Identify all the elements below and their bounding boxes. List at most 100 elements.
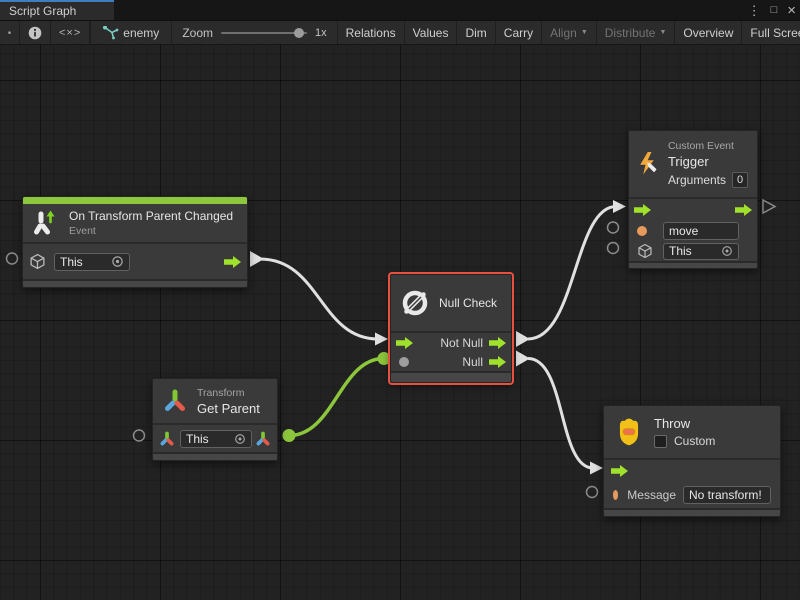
node-footer <box>604 508 780 516</box>
carry-button[interactable]: Carry <box>496 21 542 44</box>
overview-button[interactable]: Overview <box>675 21 742 44</box>
align-button[interactable]: Align ▼ <box>542 21 597 44</box>
close-icon[interactable]: × <box>787 3 796 18</box>
carry-label: Carry <box>504 26 533 40</box>
message-field[interactable] <box>683 486 771 504</box>
value-port-name[interactable] <box>637 226 647 236</box>
event-name-field[interactable] <box>663 222 739 240</box>
zoom-value: 1x <box>315 27 327 39</box>
node-footer <box>153 452 277 460</box>
node-get-parent[interactable]: Transform Get Parent This <box>152 378 278 461</box>
zoom-control: Zoom 1x <box>172 21 336 44</box>
node-title: Null Check <box>439 296 497 310</box>
node-footer <box>391 371 511 382</box>
port-ring-getparent-target[interactable] <box>134 430 145 441</box>
values-label: Values <box>413 26 449 40</box>
target-value: This <box>186 432 230 446</box>
align-label: Align <box>550 26 577 40</box>
custom-checkbox[interactable] <box>654 435 667 448</box>
arguments-count-field[interactable]: 0 <box>732 172 748 188</box>
lock-button[interactable] <box>0 21 20 44</box>
wire-source-arrow-null[interactable] <box>516 351 530 367</box>
transform-output-port-icon[interactable] <box>255 431 271 447</box>
node-null-check[interactable]: Null Check Not Null Null <box>390 274 512 383</box>
node-subtitle: Event <box>69 225 233 237</box>
node-category: Custom Event <box>668 140 748 152</box>
event-accent-bar <box>23 197 247 204</box>
port-ring-customevent-name[interactable] <box>608 222 619 233</box>
wire-end-arrow-trigger-in[interactable] <box>613 200 626 213</box>
wire-dot-getparent-out[interactable] <box>283 429 296 442</box>
wire-null-to-throw[interactable] <box>528 359 593 469</box>
distribute-caret-icon: ▼ <box>659 29 666 36</box>
transform-port-icon[interactable] <box>159 431 175 447</box>
node-category: Transform <box>197 387 260 399</box>
arguments-label: Arguments <box>668 173 726 187</box>
node-on-transform-parent-changed[interactable]: On Transform Parent Changed Event This <box>22 196 248 288</box>
port-ring-ontransform-target[interactable] <box>7 253 18 264</box>
value-input-port[interactable] <box>399 357 409 367</box>
zoom-slider-knob[interactable] <box>294 28 304 38</box>
values-button[interactable]: Values <box>405 21 458 44</box>
distribute-button[interactable]: Distribute ▼ <box>597 21 676 44</box>
target-object-field[interactable]: This <box>663 243 739 260</box>
node-throw[interactable]: Throw Custom Message <box>603 405 781 517</box>
wire-event-to-nullcheck[interactable] <box>260 259 378 339</box>
custom-checkbox-label: Custom <box>674 434 715 448</box>
code-view-button[interactable]: <×> <box>51 21 90 44</box>
object-picker-icon[interactable] <box>721 245 733 257</box>
wire-dot-nullcheck-value-in[interactable] <box>378 352 391 365</box>
port-ring-throw-message[interactable] <box>587 487 598 498</box>
info-icon <box>28 26 42 40</box>
distribute-label: Distribute <box>605 26 656 40</box>
zoom-slider[interactable] <box>221 32 307 34</box>
code-icon: <×> <box>59 27 81 39</box>
wire-notnull-to-trigger[interactable] <box>528 207 616 340</box>
kebab-menu-icon[interactable]: ⋮ <box>748 4 761 17</box>
object-picker-icon[interactable] <box>234 433 246 445</box>
node-footer <box>629 261 757 268</box>
tab-script-graph[interactable]: Script Graph <box>0 0 114 20</box>
node-footer <box>23 279 247 287</box>
message-port[interactable] <box>613 490 618 500</box>
gameobject-cube-icon <box>637 243 653 259</box>
target-object-field[interactable]: This <box>180 430 252 448</box>
wire-end-arrow-nullcheck-in[interactable] <box>375 333 388 346</box>
wire-source-arrow-notnull[interactable] <box>516 331 530 347</box>
fullscreen-button[interactable]: Full Screen <box>742 21 800 44</box>
maximize-icon[interactable]: □ <box>771 5 778 16</box>
exec-output-arrow-icon[interactable] <box>735 204 752 216</box>
node-title: Trigger <box>668 154 748 169</box>
exec-output-arrow-icon[interactable] <box>224 256 241 268</box>
exec-input-arrow-icon[interactable] <box>396 337 413 349</box>
throw-error-icon <box>613 416 645 448</box>
info-button[interactable] <box>20 21 51 44</box>
relations-button[interactable]: Relations <box>337 21 405 44</box>
null-output-arrow-icon[interactable] <box>489 356 506 368</box>
node-title: On Transform Parent Changed <box>69 209 233 223</box>
node-trigger-custom-event[interactable]: Custom Event Trigger Arguments 0 <box>628 130 758 269</box>
target-object-field[interactable]: This <box>54 253 130 271</box>
not-null-port-label: Not Null <box>440 336 483 350</box>
exec-input-arrow-icon[interactable] <box>634 204 651 216</box>
port-triangle-customevent-out[interactable] <box>763 200 775 213</box>
wire-source-arrow-event[interactable] <box>250 251 264 267</box>
wire-getparent-to-nullcheck-value[interactable] <box>289 359 384 436</box>
graph-name-label: enemy <box>123 26 159 40</box>
dim-button[interactable]: Dim <box>457 21 495 44</box>
not-null-output-arrow-icon[interactable] <box>489 337 506 349</box>
dim-label: Dim <box>465 26 486 40</box>
lock-icon <box>8 26 11 39</box>
graph-canvas[interactable]: On Transform Parent Changed Event This <box>0 45 800 600</box>
port-ring-customevent-target[interactable] <box>608 243 619 254</box>
target-value: This <box>669 244 717 258</box>
node-title: Throw <box>654 416 715 431</box>
custom-event-icon <box>638 147 659 181</box>
wire-end-arrow-throw-in[interactable] <box>590 462 603 475</box>
graph-asset-button[interactable]: enemy <box>91 21 171 44</box>
exec-input-arrow-icon[interactable] <box>611 465 628 477</box>
graph-asset-icon <box>103 26 119 40</box>
node-title: Get Parent <box>197 401 260 416</box>
object-picker-icon[interactable] <box>111 255 124 268</box>
null-check-icon <box>400 288 430 318</box>
